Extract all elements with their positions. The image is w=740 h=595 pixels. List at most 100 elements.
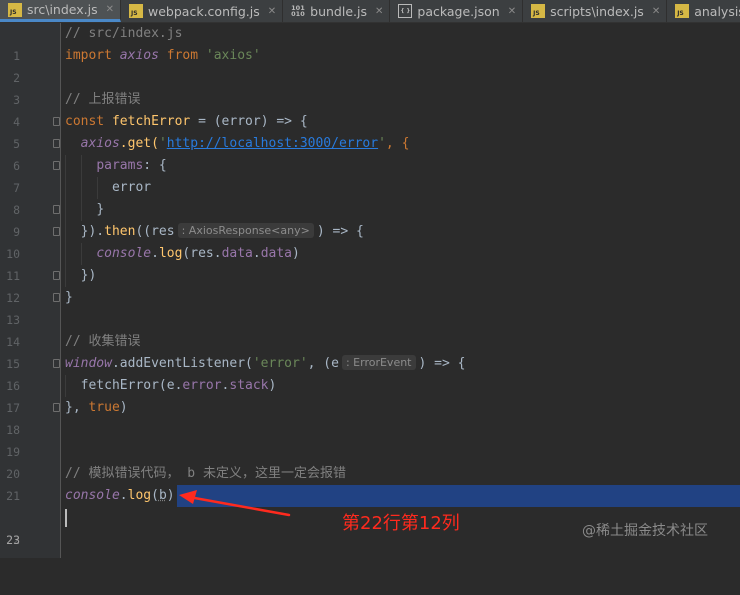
fold-marker-icon[interactable] bbox=[53, 403, 60, 412]
code-line-15[interactable]: 15 // 收集错误 bbox=[0, 331, 740, 371]
tab-bundle-js[interactable]: 101 010 bundle.js ✕ bbox=[283, 0, 391, 22]
json-file-icon: { } bbox=[398, 4, 413, 18]
keyword-import: import bbox=[65, 48, 112, 63]
property-data: data bbox=[221, 246, 253, 261]
close-icon[interactable]: ✕ bbox=[375, 6, 383, 17]
tab-label: scripts\index.js bbox=[550, 3, 644, 19]
code-text: . bbox=[119, 488, 128, 503]
tab-src-index-js[interactable]: JS src\index.js ✕ bbox=[0, 0, 122, 22]
import-name: axios bbox=[119, 48, 159, 63]
code-line-12[interactable]: 12 }) bbox=[0, 265, 740, 305]
code-line-2[interactable]: 2 import axios from 'axios' bbox=[0, 45, 740, 85]
fold-marker-icon[interactable] bbox=[53, 293, 60, 302]
js-file-icon: JS bbox=[531, 4, 546, 18]
code-text: }, bbox=[65, 400, 89, 415]
code-comment: // 上报错误 bbox=[65, 92, 141, 107]
code-text: error bbox=[111, 180, 152, 195]
tab-analysis-js[interactable]: JS analysis.js ✕ bbox=[667, 0, 740, 22]
code-text: } bbox=[65, 290, 73, 305]
code-text: (res. bbox=[182, 246, 222, 261]
code-line-16[interactable]: 16 window.addEventListener('error', (e: … bbox=[0, 353, 740, 393]
annotation-arrow-icon bbox=[179, 490, 291, 517]
code-text: . bbox=[151, 246, 159, 261]
string-quote: ' bbox=[378, 136, 386, 151]
fold-marker-icon[interactable] bbox=[53, 205, 60, 214]
editor-tab-bar: JS src\index.js ✕ JS webpack.config.js ✕… bbox=[0, 0, 740, 23]
code-line-7[interactable]: 7 params: { bbox=[0, 155, 740, 195]
close-icon[interactable]: ✕ bbox=[268, 6, 276, 17]
code-line-9[interactable]: 9 } bbox=[0, 199, 740, 239]
type-hint: : AxiosResponse<any> bbox=[177, 223, 314, 238]
fold-marker-icon[interactable] bbox=[53, 271, 60, 280]
then-method: then bbox=[104, 224, 136, 239]
close-icon[interactable]: ✕ bbox=[106, 4, 114, 15]
text-caret bbox=[65, 509, 67, 527]
code-text: fetchError(e. bbox=[80, 378, 183, 393]
log-method: log bbox=[127, 488, 152, 503]
tab-label: src\index.js bbox=[27, 2, 98, 17]
code-line-11[interactable]: 11 console.log(res.data.data) bbox=[0, 243, 740, 283]
code-line-22[interactable]: 22 console.log(b) bbox=[0, 485, 740, 547]
code-comment: // 收集错误 bbox=[65, 334, 141, 349]
code-line-17[interactable]: 17 fetchError(e.error.stack) bbox=[0, 375, 740, 415]
code-line-5[interactable]: 5 const fetchError = (error) => { bbox=[0, 111, 740, 151]
fold-marker-icon[interactable] bbox=[53, 117, 60, 126]
property-data: data bbox=[260, 246, 293, 261]
function-name: fetchError bbox=[111, 114, 191, 129]
property-error: error bbox=[182, 378, 222, 393]
fold-marker-icon[interactable] bbox=[53, 161, 60, 170]
close-icon[interactable]: ✕ bbox=[508, 6, 516, 17]
js-file-icon: JS bbox=[675, 4, 690, 18]
console-object: console bbox=[65, 488, 120, 503]
code-text: ) bbox=[292, 246, 300, 261]
code-line-3[interactable]: 3 bbox=[0, 67, 740, 107]
keyword-true: true bbox=[88, 400, 120, 415]
fold-marker-icon[interactable] bbox=[53, 139, 60, 148]
code-text: }) bbox=[80, 268, 97, 283]
string-quote: ' bbox=[158, 136, 167, 151]
code-text: ) bbox=[268, 378, 277, 393]
js-file-icon: JS bbox=[129, 4, 144, 18]
line-number: 23 bbox=[6, 533, 20, 547]
fold-marker-icon[interactable] bbox=[53, 227, 60, 236]
code-line-6[interactable]: 6 axios.get('http://localhost:3000/error… bbox=[0, 133, 740, 173]
tab-label: analysis.js bbox=[694, 3, 740, 19]
close-icon[interactable]: ✕ bbox=[652, 6, 660, 17]
window-object: window bbox=[65, 356, 112, 371]
code-line-13[interactable]: 13 } bbox=[0, 287, 740, 327]
watermark: @稀土掘金技术社区 bbox=[582, 523, 708, 539]
tab-scripts-index-js[interactable]: JS scripts\index.js ✕ bbox=[523, 0, 668, 22]
code-text: ((res bbox=[135, 224, 175, 239]
code-line-8[interactable]: 8 error bbox=[0, 177, 740, 217]
code-text: ) => { bbox=[418, 356, 466, 371]
type-hint: : ErrorEvent bbox=[341, 355, 416, 370]
code-line-14[interactable]: 14 bbox=[0, 309, 740, 349]
code-text: ) bbox=[166, 488, 175, 503]
fold-marker-icon[interactable] bbox=[53, 359, 60, 368]
code-text: , { bbox=[385, 136, 410, 151]
property-params: params bbox=[96, 158, 144, 173]
tab-package-json[interactable]: { } package.json ✕ bbox=[390, 0, 524, 22]
code-line-21[interactable]: 21 // 模拟错误代码， b 未定义，这里一定会报错 bbox=[0, 463, 740, 503]
get-method: .get( bbox=[119, 136, 159, 151]
js-file-icon: JS bbox=[8, 2, 22, 17]
tab-label: webpack.config.js bbox=[148, 3, 260, 19]
code-text: } bbox=[96, 202, 105, 217]
tab-label: package.json bbox=[417, 3, 500, 19]
url-link[interactable]: http://localhost:3000/error bbox=[167, 136, 378, 151]
code-text: }). bbox=[80, 224, 105, 239]
code-line-10[interactable]: 10 }).then((res: AxiosResponse<any>) => … bbox=[0, 221, 740, 261]
code-line-1[interactable]: 1 // src/index.js bbox=[0, 23, 740, 63]
tab-webpack-config-js[interactable]: JS webpack.config.js ✕ bbox=[121, 0, 284, 22]
code-line-18[interactable]: 18 }, true) bbox=[0, 397, 740, 437]
code-line-20[interactable]: 20 bbox=[0, 441, 740, 481]
code-line-4[interactable]: 4 // 上报错误 bbox=[0, 89, 740, 129]
code-comment: // 模拟错误代码， b 未定义，这里一定会报错 bbox=[65, 466, 346, 481]
code-text: , (e bbox=[307, 356, 339, 371]
keyword-from: from bbox=[166, 48, 199, 63]
axios-object: axios bbox=[80, 136, 120, 151]
code-line-19[interactable]: 19 bbox=[0, 419, 740, 459]
log-method: log bbox=[158, 246, 183, 261]
code-text: ) bbox=[119, 400, 128, 415]
annotation-label: 第22行第12列 bbox=[342, 513, 460, 534]
